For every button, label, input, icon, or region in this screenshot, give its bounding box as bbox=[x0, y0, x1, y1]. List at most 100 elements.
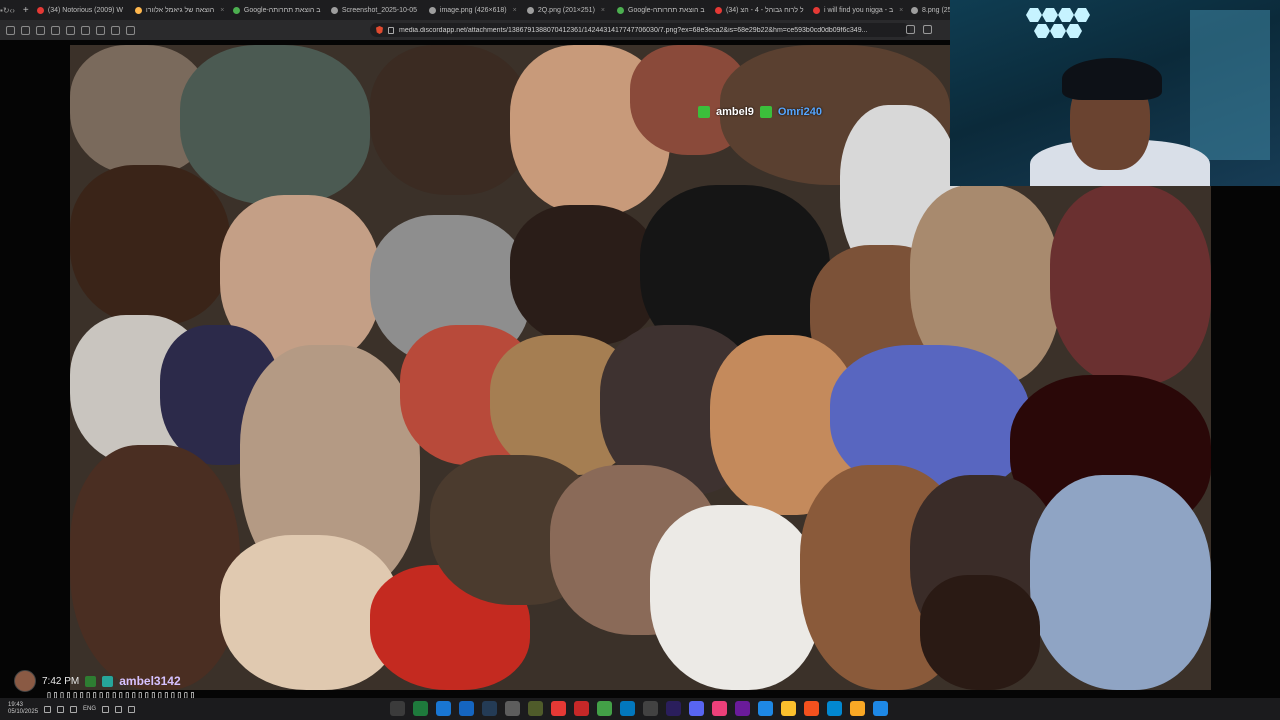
windows-icon[interactable] bbox=[873, 701, 888, 716]
clock-time: 19:43 bbox=[8, 702, 24, 708]
tabs-icon[interactable] bbox=[51, 25, 60, 35]
brave-icon[interactable] bbox=[804, 701, 819, 716]
battery-icon[interactable] bbox=[102, 705, 110, 713]
overlay-name-1: ambel9 bbox=[716, 106, 754, 118]
browser-tab[interactable]: Screenshot_2025-10-05× bbox=[325, 0, 423, 20]
chat-message: 7:42 PM ambel3142 bbox=[14, 670, 181, 692]
media-player-icon[interactable] bbox=[390, 701, 405, 716]
favicon-icon bbox=[715, 6, 722, 14]
pdf-icon[interactable] bbox=[574, 701, 589, 716]
chrome-icon[interactable] bbox=[781, 701, 796, 716]
verified-badge-icon bbox=[698, 106, 710, 118]
usb-icon[interactable] bbox=[115, 705, 123, 713]
tab-label: 2Q.png (201×251) bbox=[537, 6, 595, 14]
files-icon[interactable] bbox=[505, 701, 520, 716]
folder-icon[interactable] bbox=[850, 701, 865, 716]
chat-username[interactable]: ambel3142 bbox=[119, 674, 180, 688]
tab-label: image.png (426×618) bbox=[439, 6, 507, 14]
favicon-icon bbox=[330, 6, 338, 14]
favicon-icon bbox=[134, 6, 142, 14]
browser-tab[interactable]: (34) ל לרוח גבוהל - 4 - הצ× bbox=[709, 0, 807, 20]
toolbar-icons bbox=[0, 25, 160, 35]
download-icon[interactable] bbox=[96, 25, 105, 35]
discord-icon[interactable] bbox=[689, 701, 704, 716]
sidebar-icon[interactable] bbox=[6, 25, 15, 35]
close-tab-icon[interactable]: × bbox=[513, 7, 517, 14]
overlay-name-2: Omri240 bbox=[777, 106, 822, 118]
reload-icon[interactable]: ↻ bbox=[3, 6, 10, 15]
browser-tab[interactable]: Google-ב הוצאת תחרותה× bbox=[227, 0, 325, 20]
browser-tab-strip: ▪ ↻ ‹ › + (34) Notorious (2009) W×הוצאה … bbox=[0, 0, 962, 20]
new-tab-button[interactable]: + bbox=[15, 0, 31, 20]
clock[interactable]: 19:43 05/10/2025 bbox=[8, 702, 38, 716]
address-actions bbox=[906, 25, 932, 34]
volume-icon[interactable] bbox=[57, 705, 65, 713]
overlay-usernames: ambel9 Omri240 bbox=[698, 106, 822, 118]
chat-time: 7:42 PM bbox=[42, 675, 80, 687]
screenshot-icon[interactable] bbox=[111, 25, 120, 35]
music-icon[interactable] bbox=[81, 25, 90, 35]
favicon-icon bbox=[428, 6, 436, 14]
browser-toolbar: media.discordapp.net/attachments/1386791… bbox=[0, 20, 950, 40]
close-tab-icon[interactable]: × bbox=[899, 7, 903, 14]
hexagon-lights-icon bbox=[1026, 8, 1090, 38]
notification-icon[interactable] bbox=[44, 705, 52, 713]
browser-tab[interactable]: image.png (426×618) × bbox=[423, 0, 521, 20]
browser-tab[interactable]: (34) Notorious (2009) W× bbox=[31, 0, 129, 20]
tab-label: i will find you nigga - ב bbox=[824, 6, 894, 14]
address-bar[interactable]: media.discordapp.net/attachments/1386791… bbox=[370, 23, 910, 37]
badge-icon bbox=[102, 675, 114, 687]
tab-label: Screenshot_2025-10-05 bbox=[341, 6, 418, 14]
steam-icon[interactable] bbox=[482, 701, 497, 716]
browser-tab[interactable]: i will find you nigga - ב × bbox=[807, 0, 905, 20]
history-icon[interactable] bbox=[126, 25, 135, 35]
taskbar-apps bbox=[390, 701, 888, 716]
url-text[interactable]: media.discordapp.net/attachments/1386791… bbox=[399, 27, 867, 34]
lock-icon[interactable] bbox=[388, 26, 394, 34]
messenger-icon[interactable] bbox=[758, 701, 773, 716]
edge-icon[interactable] bbox=[436, 701, 451, 716]
favicon-icon bbox=[911, 6, 918, 14]
youtube-icon[interactable] bbox=[551, 701, 566, 716]
badge-icon bbox=[85, 675, 97, 687]
close-tab-icon[interactable]: × bbox=[601, 7, 605, 14]
tab-list: (34) Notorious (2009) W×הוצאה של גיאמל א… bbox=[31, 0, 968, 20]
streamer-cap bbox=[1062, 58, 1162, 100]
verified-badge-icon bbox=[759, 106, 772, 118]
tab-label: הוצאה של גיאמל אלוורו bbox=[145, 6, 215, 14]
window-icon[interactable] bbox=[66, 25, 75, 35]
window bbox=[1190, 10, 1270, 160]
browser-tab[interactable]: הוצאה של גיאמל אלוורו × bbox=[129, 0, 227, 20]
excel-icon[interactable] bbox=[413, 701, 428, 716]
bookmark-icon[interactable] bbox=[923, 25, 932, 34]
maps-icon[interactable] bbox=[597, 701, 612, 716]
tab-label: (34) ל לרוח גבוהל - 4 - הצ bbox=[726, 6, 804, 14]
browser-tab[interactable]: Google-ב הוצאת תחרותה× bbox=[611, 0, 709, 20]
tray-overflow-icon[interactable] bbox=[128, 705, 136, 713]
taskbar: 19:43 05/10/2025 ENG bbox=[0, 698, 1280, 720]
share-icon[interactable] bbox=[906, 25, 915, 34]
tab-label: (34) Notorious (2009) W bbox=[47, 6, 123, 14]
gamepad-icon[interactable] bbox=[528, 701, 543, 716]
browser-tab[interactable]: 2Q.png (201×251) × bbox=[521, 0, 611, 20]
system-tray: 19:43 05/10/2025 ENG bbox=[0, 702, 136, 716]
avatar[interactable] bbox=[14, 670, 36, 692]
language-indicator[interactable]: ENG bbox=[83, 706, 96, 712]
vpn-icon[interactable] bbox=[735, 701, 750, 716]
extension-icon[interactable] bbox=[36, 25, 45, 35]
obs-icon[interactable] bbox=[643, 701, 658, 716]
photos-icon[interactable] bbox=[459, 701, 474, 716]
shield-toolbar-icon[interactable] bbox=[21, 25, 30, 35]
favicon-icon bbox=[617, 6, 624, 14]
network-icon[interactable] bbox=[70, 705, 78, 713]
edge-alt-icon[interactable] bbox=[827, 701, 842, 716]
tab-label: Google-ב הוצאת תחרותה bbox=[628, 6, 705, 14]
favicon-icon bbox=[813, 6, 820, 14]
premiere-icon[interactable] bbox=[666, 701, 681, 716]
favicon-icon bbox=[36, 6, 44, 14]
close-tab-icon[interactable]: × bbox=[220, 7, 224, 14]
brave-shield-icon[interactable] bbox=[376, 26, 383, 34]
store-icon[interactable] bbox=[620, 701, 635, 716]
sticky-icon[interactable] bbox=[712, 701, 727, 716]
tab-label: Google-ב הוצאת תחרותה bbox=[243, 6, 321, 14]
